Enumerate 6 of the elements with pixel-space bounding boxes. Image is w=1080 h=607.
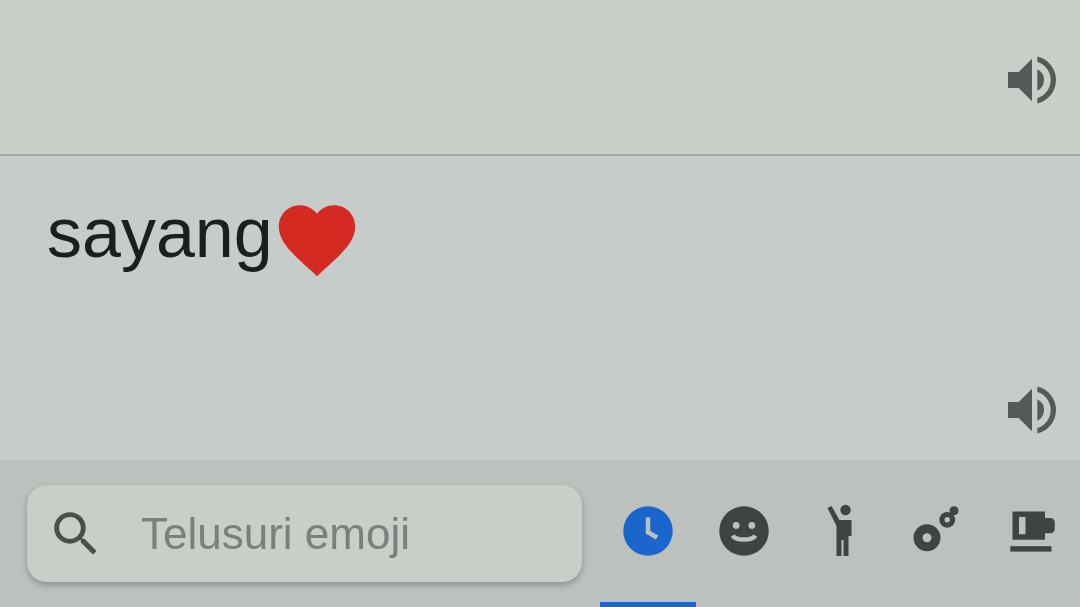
person-icon xyxy=(825,504,855,558)
smiley-icon xyxy=(717,504,771,558)
translation-text: sayang xyxy=(47,198,273,274)
clock-icon xyxy=(621,504,675,558)
search-field[interactable]: Telusuri emoji xyxy=(27,485,582,582)
search-input[interactable]: Telusuri emoji xyxy=(141,500,541,567)
